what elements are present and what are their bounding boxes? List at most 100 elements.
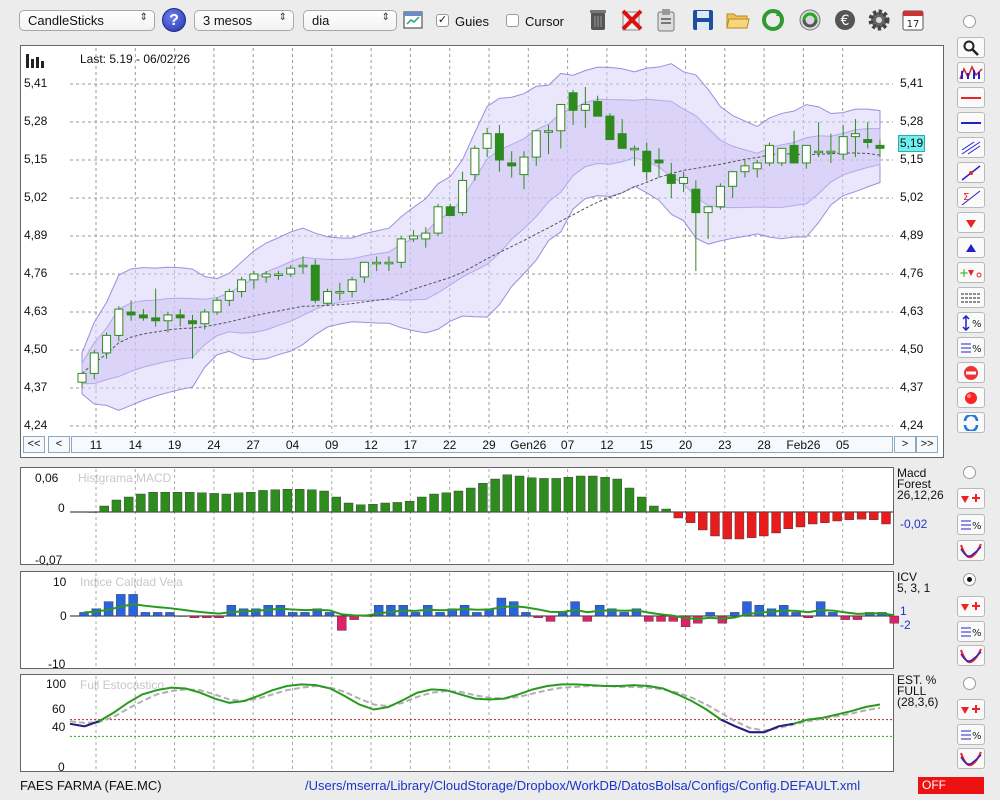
bollinger-button[interactable]	[957, 62, 985, 83]
svg-text:%: %	[972, 628, 982, 639]
icv-bar	[189, 615, 200, 618]
indicator-charts	[69, 469, 899, 770]
add-signals-button[interactable]: +	[957, 262, 985, 283]
status-off-badge[interactable]: OFF	[918, 777, 984, 794]
record-button[interactable]	[957, 387, 985, 408]
macd-bar	[319, 490, 329, 513]
macd-bar	[441, 492, 451, 513]
icv-bar	[840, 615, 850, 620]
icv-bar	[570, 601, 580, 617]
zoom-button[interactable]	[957, 37, 985, 58]
swap-button[interactable]	[957, 412, 985, 433]
macd-signals-button[interactable]	[957, 488, 985, 509]
config-path-link[interactable]: /Users/mserra/Library/CloudStorage/Dropb…	[305, 778, 860, 793]
icv-bar	[644, 615, 654, 622]
macd-bar	[258, 490, 268, 513]
panel-select-radio-macd[interactable]	[963, 466, 976, 479]
percent-scale-button[interactable]: %	[957, 312, 985, 333]
icv-levels-button[interactable]: %	[957, 621, 985, 642]
macd-bar	[172, 492, 183, 513]
buy-arrow-button[interactable]	[957, 237, 985, 258]
sell-arrow-button[interactable]	[957, 212, 985, 233]
blue-line-button[interactable]	[957, 112, 985, 133]
macd-bar	[673, 511, 684, 519]
icv-bar	[791, 612, 801, 617]
curve-icon	[960, 543, 982, 558]
svg-text:%: %	[972, 521, 982, 532]
macd-bar	[368, 504, 378, 513]
macd-bar	[87, 511, 97, 513]
percent-lines-icon: %	[961, 627, 982, 639]
icv-bar	[435, 612, 445, 617]
icv-bar	[852, 615, 863, 620]
signals-icon	[961, 493, 980, 503]
icv-bar	[545, 615, 556, 622]
panel-select-radio-main[interactable]	[963, 15, 976, 28]
status-label: OFF	[922, 778, 946, 792]
icv-bar	[619, 612, 629, 617]
curve-icon	[960, 648, 982, 663]
icv-bar	[521, 612, 531, 617]
macd-bar	[404, 501, 415, 513]
percent-lines-icon: %	[961, 730, 982, 742]
magnifier-icon	[963, 40, 979, 56]
macd-bar	[881, 511, 891, 525]
percent-lines-button[interactable]: %	[957, 337, 985, 358]
stochastic-k-line	[69, 683, 881, 734]
trendline-icon	[961, 164, 981, 181]
macd-bar	[197, 492, 207, 513]
macd-bar	[307, 489, 317, 513]
icv-bar	[152, 612, 163, 617]
rows-button[interactable]	[957, 287, 985, 308]
icv-bar	[459, 605, 470, 617]
stop-button[interactable]	[957, 362, 985, 383]
macd-bar	[185, 492, 195, 513]
icv-bar	[472, 612, 482, 617]
icv-bar	[165, 612, 175, 617]
macd-bar	[270, 489, 280, 513]
trendline-button[interactable]	[957, 162, 985, 183]
macd-levels-button[interactable]: %	[957, 514, 985, 535]
icv-bar	[656, 615, 666, 622]
svg-text:%: %	[972, 319, 982, 330]
macd-bar	[783, 511, 793, 529]
stoch-levels-button[interactable]: %	[957, 724, 985, 745]
macd-bar	[661, 508, 671, 513]
icv-bar	[288, 612, 298, 617]
icv-bar	[533, 615, 543, 618]
channel-button[interactable]	[957, 137, 985, 158]
icv-bar	[214, 615, 224, 618]
company-name: FAES FARMA (FAE.MC)	[20, 778, 162, 793]
percent-lines-icon: %	[961, 520, 982, 532]
red-line-button[interactable]	[957, 87, 985, 108]
icv-curve-button[interactable]	[957, 645, 985, 666]
icv-bar	[202, 615, 212, 618]
macd-bar	[221, 493, 232, 513]
icv-bar	[177, 615, 187, 617]
macd-curve-button[interactable]	[957, 540, 985, 561]
svg-text:+: +	[959, 266, 969, 280]
stoch-signals-button[interactable]	[957, 699, 985, 720]
stochastic-d-line	[69, 684, 881, 732]
macd-bar	[551, 478, 561, 513]
macd-bar	[417, 496, 427, 513]
macd-bar	[808, 511, 818, 525]
panel-select-radio-stoch[interactable]	[963, 677, 976, 690]
macd-bar	[600, 477, 610, 513]
macd-bar	[649, 505, 659, 513]
rows-icon	[961, 293, 981, 302]
panel-select-radio-icv[interactable]	[963, 573, 976, 586]
fibonacci-button[interactable]: Σ	[957, 187, 985, 208]
record-icon	[965, 391, 977, 404]
down-arrow-icon	[966, 219, 976, 228]
macd-bar	[771, 511, 781, 534]
icv-bar	[754, 605, 764, 617]
macd-bar	[123, 496, 134, 513]
macd-bar	[612, 478, 622, 513]
macd-bar	[624, 487, 635, 513]
macd-bar	[380, 502, 390, 513]
icv-signals-button[interactable]	[957, 596, 985, 617]
icv-bar	[300, 612, 310, 617]
no-entry-icon	[964, 365, 978, 380]
stoch-curve-button[interactable]	[957, 748, 985, 769]
